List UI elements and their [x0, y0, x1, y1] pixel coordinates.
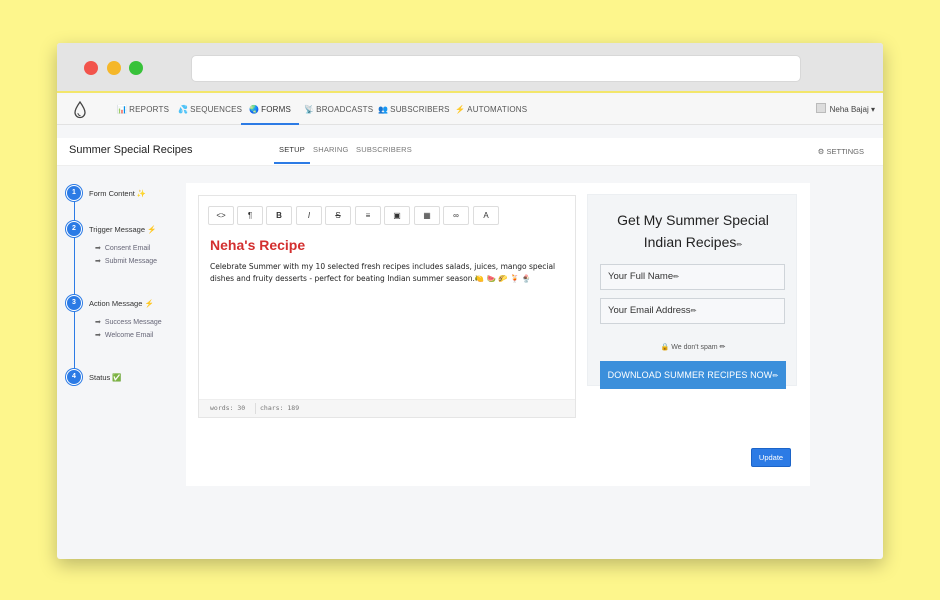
nav-label: FORMS	[261, 105, 292, 114]
welcome-email-link[interactable]: ➡ Welcome Email	[95, 331, 153, 339]
nav-reports[interactable]: 📊 REPORTS	[117, 95, 169, 125]
full-name-field[interactable]: Your Full Name✏	[600, 264, 785, 290]
step-label: Form Content ✨	[89, 189, 147, 198]
sub-link-label: Welcome Email	[104, 332, 154, 339]
sub-link-label: Submit Message	[104, 258, 158, 265]
form-preview: Get My Summer Special Indian Recipes✏ Yo…	[587, 194, 798, 389]
nav-label: AUTOMATIONS	[467, 105, 528, 114]
form-content-panel: <> ¶ B I S ≡ ▣ ▦ ∞ A Neha's Recipe Celeb…	[186, 183, 810, 486]
arrow-right-icon: ➡	[95, 332, 101, 339]
minimize-window-button[interactable]	[107, 61, 121, 75]
top-navbar: 📊 REPORTS 💦 SEQUENCES 🌏 FORMS 📡 BROADCASTS 👥…	[57, 95, 883, 125]
editor-body-text[interactable]: Celebrate Summer with my 10 selected fre…	[210, 261, 570, 285]
list-button[interactable]: ≡	[355, 206, 381, 225]
pencil-icon: ✏	[772, 373, 779, 380]
paragraph-button[interactable]: ¶	[237, 206, 263, 225]
success-message-link[interactable]: ➡ Success Message	[95, 318, 162, 326]
address-bar[interactable]	[191, 55, 801, 82]
bold-button[interactable]: B	[266, 206, 292, 225]
close-window-button[interactable]	[84, 61, 98, 75]
lightning-icon: ⚡	[455, 105, 466, 114]
arrow-right-icon: ➡	[95, 245, 101, 252]
page-title: Summer Special Recipes	[69, 144, 193, 156]
update-button[interactable]: Update	[751, 448, 791, 467]
nav-label: BROADCASTS	[316, 105, 374, 114]
step-label: Status ✅	[89, 373, 122, 382]
tab-subscribers[interactable]: SUBSCRIBERS	[356, 142, 412, 164]
editor-heading[interactable]: Neha's Recipe	[210, 237, 305, 253]
image-button[interactable]: ▣	[384, 206, 410, 225]
settings-button[interactable]: ⚙ SETTINGS	[818, 147, 864, 156]
pencil-icon: ✏	[736, 242, 743, 249]
email-placeholder: Your Email Address	[608, 305, 691, 316]
avatar	[815, 103, 826, 113]
editor-status-bar: words: 30 chars: 189	[199, 399, 575, 417]
pencil-icon: ✏	[690, 308, 697, 315]
consent-email-link[interactable]: ➡ Consent Email	[95, 244, 150, 252]
browser-chrome	[57, 43, 883, 93]
drop-logo-icon[interactable]	[73, 101, 87, 119]
people-icon: 👥	[378, 105, 389, 114]
nav-label: SUBSCRIBERS	[390, 105, 450, 114]
nav-label: REPORTS	[129, 105, 170, 114]
sub-link-label: Consent Email	[104, 245, 151, 252]
full-name-placeholder: Your Full Name	[608, 271, 674, 282]
download-recipes-button[interactable]: DOWNLOAD SUMMER RECIPES NOW✏	[600, 361, 786, 389]
rich-text-editor[interactable]: <> ¶ B I S ≡ ▣ ▦ ∞ A Neha's Recipe Celeb…	[198, 195, 576, 418]
nav-automations[interactable]: ⚡ AUTOMATIONS	[455, 95, 527, 125]
step-number: 2	[66, 221, 82, 237]
email-field[interactable]: Your Email Address✏	[600, 298, 785, 324]
globe-icon: 🌏	[249, 105, 260, 114]
status-divider	[255, 403, 256, 414]
arrow-right-icon: ➡	[95, 319, 101, 326]
step-label: Action Message ⚡	[89, 299, 154, 308]
browser-window: 📊 REPORTS 💦 SEQUENCES 🌏 FORMS 📡 BROADCASTS 👥…	[57, 43, 883, 559]
pencil-icon: ✏	[719, 344, 726, 351]
word-count: words: 30	[210, 404, 246, 412]
preview-title-line2: Indian Recipes	[643, 234, 737, 250]
caret-down-icon: ▾	[870, 105, 875, 114]
arrow-right-icon: ➡	[95, 258, 101, 265]
nav-subscribers[interactable]: 👥 SUBSCRIBERS	[378, 95, 450, 125]
satellite-icon: 📡	[304, 105, 315, 114]
step-number: 3	[66, 295, 82, 311]
form-subheader: Summer Special Recipes SETUP SHARING SUB…	[57, 138, 883, 166]
nav-forms[interactable]: 🌏 FORMS	[241, 95, 300, 125]
nav-sequences[interactable]: 💦 SEQUENCES	[178, 95, 242, 125]
code-view-button[interactable]: <>	[208, 206, 234, 225]
sub-link-label: Success Message	[104, 319, 162, 326]
strikethrough-button[interactable]: S	[325, 206, 351, 225]
bar-chart-icon: 📊	[117, 105, 128, 114]
spam-text: We don't spam	[671, 344, 718, 351]
step-number: 1	[66, 185, 82, 201]
pencil-icon: ✏	[673, 274, 679, 281]
nav-broadcasts[interactable]: 📡 BROADCASTS	[304, 95, 373, 125]
italic-button[interactable]: I	[296, 206, 322, 225]
download-button-label: DOWNLOAD SUMMER RECIPES NOW	[607, 370, 773, 380]
lock-icon: 🔒	[660, 344, 670, 351]
preview-title[interactable]: Get My Summer Special Indian Recipes✏	[598, 209, 788, 257]
char-count: chars: 189	[260, 404, 300, 412]
spam-notice[interactable]: 🔒 We don't spam ✏	[588, 343, 798, 351]
gear-icon: ⚙	[817, 147, 825, 156]
maximize-window-button[interactable]	[129, 61, 143, 75]
step-label: Trigger Message ⚡	[89, 225, 157, 234]
nav-label: SEQUENCES	[190, 105, 243, 114]
preview-title-line1: Get My Summer Special	[617, 212, 769, 228]
settings-label: SETTINGS	[826, 147, 864, 156]
droplets-icon: 💦	[178, 105, 189, 114]
table-button[interactable]: ▦	[414, 206, 440, 225]
user-name: Neha Bajaj	[829, 105, 869, 114]
submit-message-link[interactable]: ➡ Submit Message	[95, 257, 157, 265]
text-color-button[interactable]: A	[473, 206, 499, 225]
step-number: 4	[66, 369, 82, 385]
link-button[interactable]: ∞	[443, 206, 469, 225]
step-sidebar: 1 Form Content ✨ 2 Trigger Message ⚡ ➡ Co…	[65, 183, 183, 398]
user-menu[interactable]: Neha Bajaj ▾	[815, 95, 875, 125]
tab-setup[interactable]: SETUP	[274, 142, 311, 164]
tab-sharing[interactable]: SHARING	[313, 142, 349, 164]
